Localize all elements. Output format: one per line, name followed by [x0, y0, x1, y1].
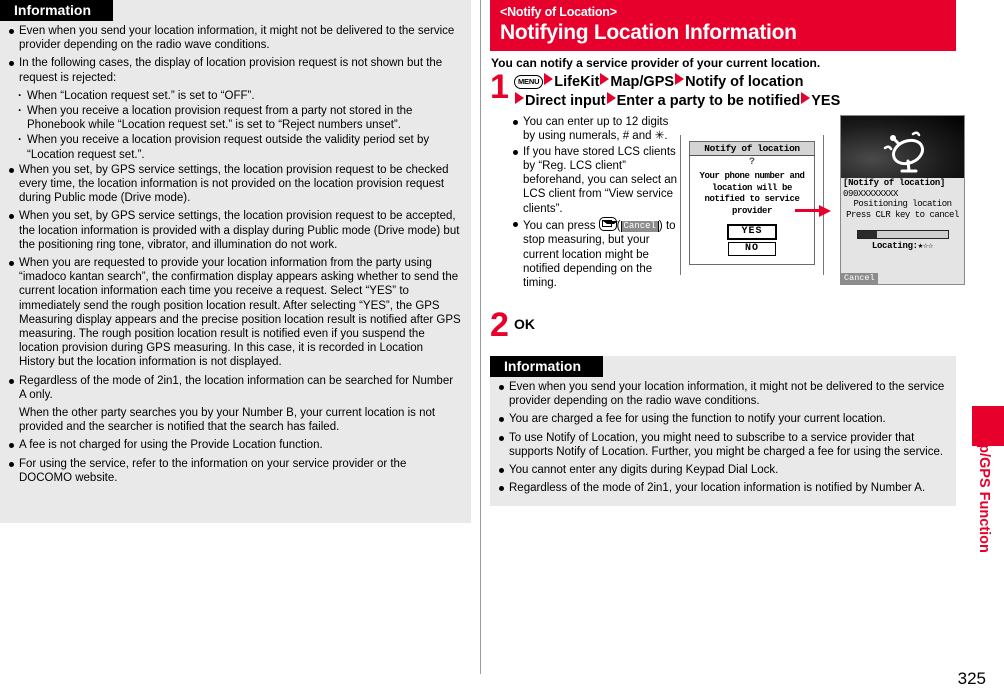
information-item: When “Location request set.” is set to “… — [8, 88, 461, 103]
step-menu-item: LifeKit — [554, 74, 600, 90]
information-item: When you set, by GPS service settings, t… — [8, 209, 461, 252]
satellite-dish-icon — [883, 131, 925, 173]
phone-screen-positioning: [Notify of location] 090XXXXXXXX Positio… — [840, 115, 965, 285]
phone-screen-1-title: Notify of location — [690, 142, 814, 156]
locating-status: Locating:★☆☆ — [841, 241, 964, 252]
manual-page: Information Even when you send your loca… — [0, 0, 1004, 697]
information-item: Regardless of the mode of 2in1, your loc… — [498, 481, 946, 495]
information-item: Even when you send your location informa… — [8, 24, 461, 52]
information-item: When you receive a location provision re… — [8, 132, 461, 161]
information-body-right: Even when you send your location informa… — [490, 377, 956, 506]
phone-screen-2-image — [841, 116, 964, 178]
step-menu-item: Map/GPS — [610, 74, 675, 90]
column-divider — [480, 0, 481, 674]
mail-key-icon[interactable] — [598, 217, 618, 232]
banner-kicker: <Notify of Location> — [500, 5, 617, 19]
phone-screen-1-no-button[interactable]: NO — [728, 242, 776, 256]
information-body-left: Even when you send your location informa… — [0, 21, 471, 496]
red-arrow-icon — [544, 73, 554, 85]
step-1-illustration-area: You can enter up to 12 digits by using n… — [490, 115, 965, 310]
information-item: In the following cases, the display of l… — [8, 56, 461, 84]
note-text: You can enter up to 12 digits by using n… — [523, 116, 669, 143]
information-item: When the other party searches you by you… — [19, 407, 436, 434]
phone-screen-2-cancel-softkey[interactable]: Cancel — [841, 273, 878, 284]
information-header-left: Information — [0, 0, 113, 21]
page-title: Notifying Location Information — [500, 21, 797, 44]
progress-bar — [856, 230, 949, 239]
red-arrow-icon — [600, 73, 610, 85]
information-item: Even when you send your location informa… — [498, 380, 946, 408]
information-item: For using the service, refer to the info… — [8, 457, 461, 485]
step-menu-item: Notify of location — [685, 74, 804, 90]
information-box-right: Information Even when you send your loca… — [490, 356, 956, 507]
asterisk-key-icon: ✳ — [654, 130, 665, 143]
page-number: 325 — [957, 669, 986, 688]
red-arrow-icon — [515, 92, 524, 104]
red-arrow-icon — [675, 73, 685, 85]
information-header-right: Information — [490, 356, 603, 377]
phone-screen-2-line-1: Positioning location — [853, 199, 952, 209]
information-box-left: Information Even when you send your loca… — [0, 0, 471, 523]
information-item: When you set, by GPS service settings, t… — [8, 163, 461, 206]
phone-screen-confirm-dialog: Notify of location ? Your phone number a… — [689, 141, 815, 265]
information-item: Regardless of the mode of 2in1, the loca… — [8, 374, 461, 402]
left-column: Information Even when you send your loca… — [0, 0, 471, 523]
note-text: You can press — [523, 220, 599, 233]
cancel-softkey-label[interactable]: Cancel — [620, 221, 659, 233]
note-text: If you have stored LCS clients by “Reg. … — [523, 145, 678, 215]
phone-screen-1-yes-button[interactable]: YES — [727, 224, 777, 240]
step-1-line-1: MENU LifeKit Map/GPS Notify of location — [514, 73, 960, 92]
step-note: You can enter up to 12 digits by using n… — [513, 115, 678, 144]
menu-key-icon[interactable]: MENU — [514, 75, 544, 89]
information-item: When you are requested to provide your l… — [8, 256, 461, 370]
information-item: A fee is not charged for using the Provi… — [8, 438, 461, 452]
locating-label: Locating: — [871, 241, 918, 251]
step-2-number: 2 — [490, 306, 509, 344]
locating-stars: ★☆☆ — [917, 241, 934, 251]
phone-frame-left-edge — [680, 135, 681, 275]
information-item: To use Notify of Location, you might nee… — [498, 431, 946, 459]
information-item: You are charged a fee for using the func… — [498, 412, 946, 426]
step-2-body: OK — [490, 312, 960, 333]
step-1-number: 1 — [490, 68, 509, 106]
red-arrow-icon — [801, 92, 811, 104]
step-note: You can press (Cancel) to stop measuring… — [513, 217, 678, 290]
note-text: . — [664, 130, 668, 143]
right-column: <Notify of Location> Notifying Location … — [490, 0, 965, 507]
phone-screen-2-caption: [Notify of location] — [843, 178, 946, 188]
step-1-body: MENU LifeKit Map/GPS Notify of location Dir… — [490, 73, 960, 111]
phone-screen-2-number: 090XXXXXXXX — [843, 189, 899, 199]
question-mark-icon: ? — [748, 157, 755, 168]
information-item: You cannot enter any digits during Keypa… — [498, 463, 946, 477]
step-1-notes: You can enter up to 12 digits by using n… — [513, 115, 678, 292]
transition-arrow-icon — [795, 205, 833, 217]
lead-text: You can notify a service provider of you… — [491, 56, 821, 70]
step-2: 2 OK — [490, 308, 960, 342]
step-menu-item: Enter a party to be notified — [616, 93, 801, 109]
side-tab-label: Map/GPS Function — [976, 424, 992, 553]
side-tab: Map/GPS Function — [960, 380, 1004, 697]
step-1: 1 MENU LifeKit Map/GPS Notify of location D… — [490, 68, 960, 111]
information-item: When you receive a location provision re… — [8, 103, 461, 132]
step-note: If you have stored LCS clients by “Reg. … — [513, 145, 678, 216]
progress-bar-fill — [857, 231, 878, 238]
step-menu-item: Direct input — [525, 93, 606, 109]
step-menu-item: YES — [811, 93, 841, 109]
phone-screen-2-line-2: Press CLR key to cancel — [846, 210, 959, 220]
red-arrow-icon — [606, 92, 616, 104]
step-2-label: OK — [514, 316, 535, 332]
section-banner: <Notify of Location> Notifying Location … — [490, 0, 956, 51]
step-1-line-2: Direct input Enter a party to be notified… — [514, 92, 960, 111]
